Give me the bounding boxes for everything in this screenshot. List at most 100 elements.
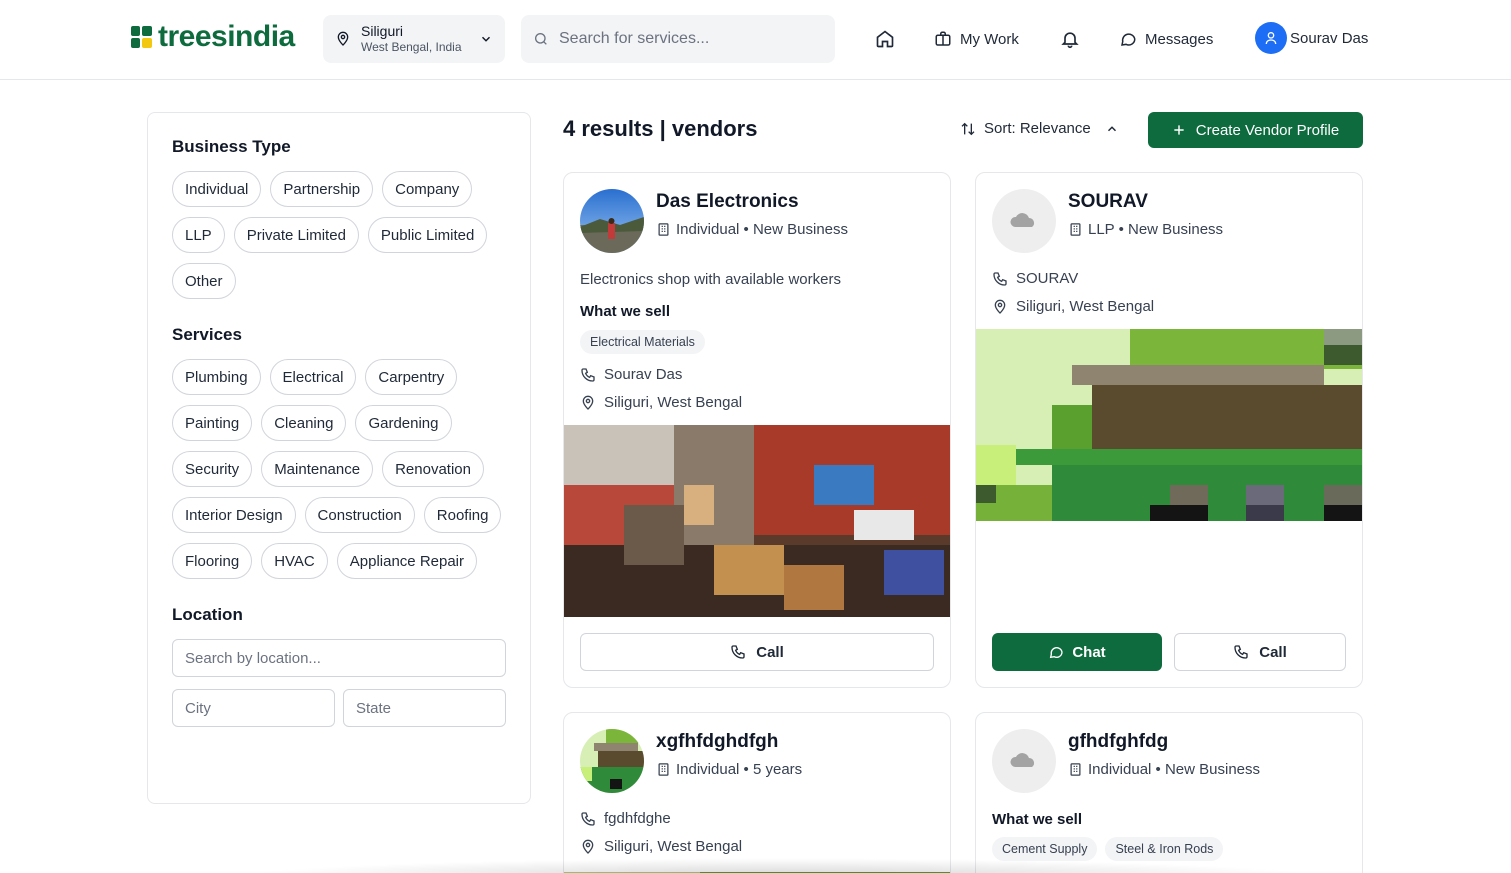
product-tag: Electrical Materials — [580, 330, 705, 354]
state-input[interactable] — [343, 689, 506, 727]
vendor-meta: Individual • New Business — [1088, 761, 1261, 778]
messages-button[interactable]: Messages — [1119, 24, 1213, 54]
chevron-up-icon — [1107, 125, 1116, 131]
product-tag: Steel & Iron Rods — [1105, 837, 1224, 861]
service-chip-interior-design[interactable]: Interior Design — [172, 497, 296, 533]
filter-sidebar: Business Type Individual Partnership Compa… — [147, 112, 531, 804]
messages-label: Messages — [1145, 30, 1214, 48]
phone-icon — [581, 367, 595, 382]
service-chip-construction[interactable]: Construction — [304, 497, 415, 533]
phone-icon — [1234, 645, 1248, 659]
service-chip-security[interactable]: Security — [172, 451, 253, 487]
user-name: Sourav Das — [1290, 29, 1369, 47]
my-work-button[interactable]: My Work — [934, 24, 1019, 54]
vendor-meta: Individual • 5 years — [676, 761, 803, 778]
what-we-sell-title: What we sell — [580, 303, 671, 320]
service-chip-hvac[interactable]: HVAC — [261, 543, 328, 579]
chevron-down-icon — [481, 36, 491, 42]
business-type-chip-company[interactable]: Company — [382, 171, 473, 207]
brand-logo[interactable]: treesindia — [130, 20, 295, 54]
service-chip-electrical[interactable]: Electrical — [269, 359, 357, 395]
service-chip-gardening[interactable]: Gardening — [355, 405, 452, 441]
location-city: Siliguri — [361, 23, 404, 39]
search-input[interactable] — [559, 30, 819, 48]
create-vendor-profile-button[interactable]: Create Vendor Profile — [1148, 112, 1363, 148]
vendor-card[interactable]: gfhdfghfdg Individual • New Business Wha… — [975, 712, 1363, 873]
business-type-chip-other[interactable]: Other — [172, 263, 236, 299]
phone-icon — [993, 271, 1007, 286]
no-image-icon — [1010, 753, 1034, 767]
vendor-location: Siliguri, West Bengal — [604, 838, 743, 855]
vendor-contact: SOURAV — [1016, 270, 1079, 287]
map-pin-icon — [337, 31, 349, 46]
building-icon — [658, 223, 669, 236]
vendor-location: Siliguri, West Bengal — [604, 394, 743, 411]
phone-icon — [581, 811, 595, 826]
vendor-avatar — [992, 729, 1056, 793]
map-pin-icon — [582, 839, 594, 854]
plus-icon — [1174, 125, 1184, 135]
chat-bubble-icon — [1121, 33, 1136, 46]
vendor-contact: fgdhfdghe — [604, 810, 671, 827]
map-pin-icon — [582, 395, 594, 410]
services-title: Services — [172, 325, 242, 344]
vendor-avatar — [992, 189, 1056, 253]
bell-icon — [1061, 32, 1079, 49]
vendor-name: Das Electronics — [656, 191, 799, 212]
service-chip-flooring[interactable]: Flooring — [172, 543, 253, 579]
product-tag: Cement Supply — [992, 837, 1098, 861]
chat-label: Chat — [1072, 643, 1106, 661]
search-bar — [521, 15, 835, 63]
vendor-card[interactable]: Das Electronics Individual • New Busines… — [563, 172, 951, 688]
sort-dropdown[interactable]: Sort: Relevance — [960, 120, 1119, 137]
vendor-location: Siliguri, West Bengal — [1016, 298, 1155, 315]
service-chip-plumbing[interactable]: Plumbing — [172, 359, 261, 395]
sort-label: Sort: Relevance — [984, 120, 1091, 137]
building-icon — [1070, 763, 1081, 776]
business-type-chip-private-limited[interactable]: Private Limited — [233, 217, 359, 253]
business-type-chip-partnership[interactable]: Partnership — [270, 171, 374, 207]
city-input[interactable] — [172, 689, 335, 727]
service-chip-renovation[interactable]: Renovation — [382, 451, 484, 487]
chat-button[interactable]: Chat — [992, 633, 1162, 671]
user-menu[interactable]: Sourav Das — [1255, 22, 1369, 54]
service-chip-cleaning[interactable]: Cleaning — [261, 405, 347, 441]
top-header: treesindia Siliguri West Bengal, India M… — [0, 0, 1511, 80]
results-title: 4 results | vendors — [563, 116, 758, 141]
vendor-avatar — [580, 189, 644, 253]
location-selector[interactable]: Siliguri West Bengal, India — [323, 15, 505, 63]
business-type-chip-public-limited[interactable]: Public Limited — [367, 217, 488, 253]
service-chip-painting[interactable]: Painting — [172, 405, 253, 441]
sort-arrows-icon — [961, 122, 975, 135]
business-type-chip-individual[interactable]: Individual — [172, 171, 262, 207]
chat-bubble-icon — [1050, 647, 1063, 659]
location-search-input[interactable] — [172, 639, 506, 677]
vendor-contact: Sourav Das — [604, 366, 683, 383]
vendor-image — [976, 329, 1362, 521]
service-chip-maintenance[interactable]: Maintenance — [261, 451, 374, 487]
briefcase-icon — [935, 31, 951, 46]
brand-mark-icon — [131, 26, 152, 48]
service-chip-carpentry[interactable]: Carpentry — [365, 359, 458, 395]
vendor-avatar — [580, 729, 644, 793]
business-type-chip-llp[interactable]: LLP — [172, 217, 225, 253]
vendor-card[interactable]: xgfhfdghdfgh Individual • 5 years fgdhfd… — [563, 712, 951, 873]
home-icon — [876, 30, 894, 48]
home-button[interactable] — [875, 24, 895, 54]
service-chip-roofing[interactable]: Roofing — [423, 497, 502, 533]
vendor-meta: LLP • New Business — [1088, 221, 1224, 238]
create-vendor-label: Create Vendor Profile — [1195, 121, 1340, 139]
vendor-name: gfhdfghfdg — [1068, 731, 1169, 752]
vendor-name: xgfhfdghdfgh — [656, 731, 779, 752]
brand-name: treesindia — [158, 20, 295, 53]
phone-icon — [731, 645, 745, 659]
notifications-button[interactable] — [1060, 24, 1080, 54]
call-button[interactable]: Call — [580, 633, 934, 671]
location-title: Location — [172, 605, 243, 624]
call-button[interactable]: Call — [1174, 633, 1346, 671]
vendor-card[interactable]: SOURAV LLP • New Business SOURAV Siligur… — [975, 172, 1363, 688]
call-label: Call — [756, 643, 784, 661]
what-we-sell-title: What we sell — [992, 811, 1083, 828]
service-chip-appliance-repair[interactable]: Appliance Repair — [336, 543, 478, 579]
user-icon — [1265, 32, 1277, 45]
